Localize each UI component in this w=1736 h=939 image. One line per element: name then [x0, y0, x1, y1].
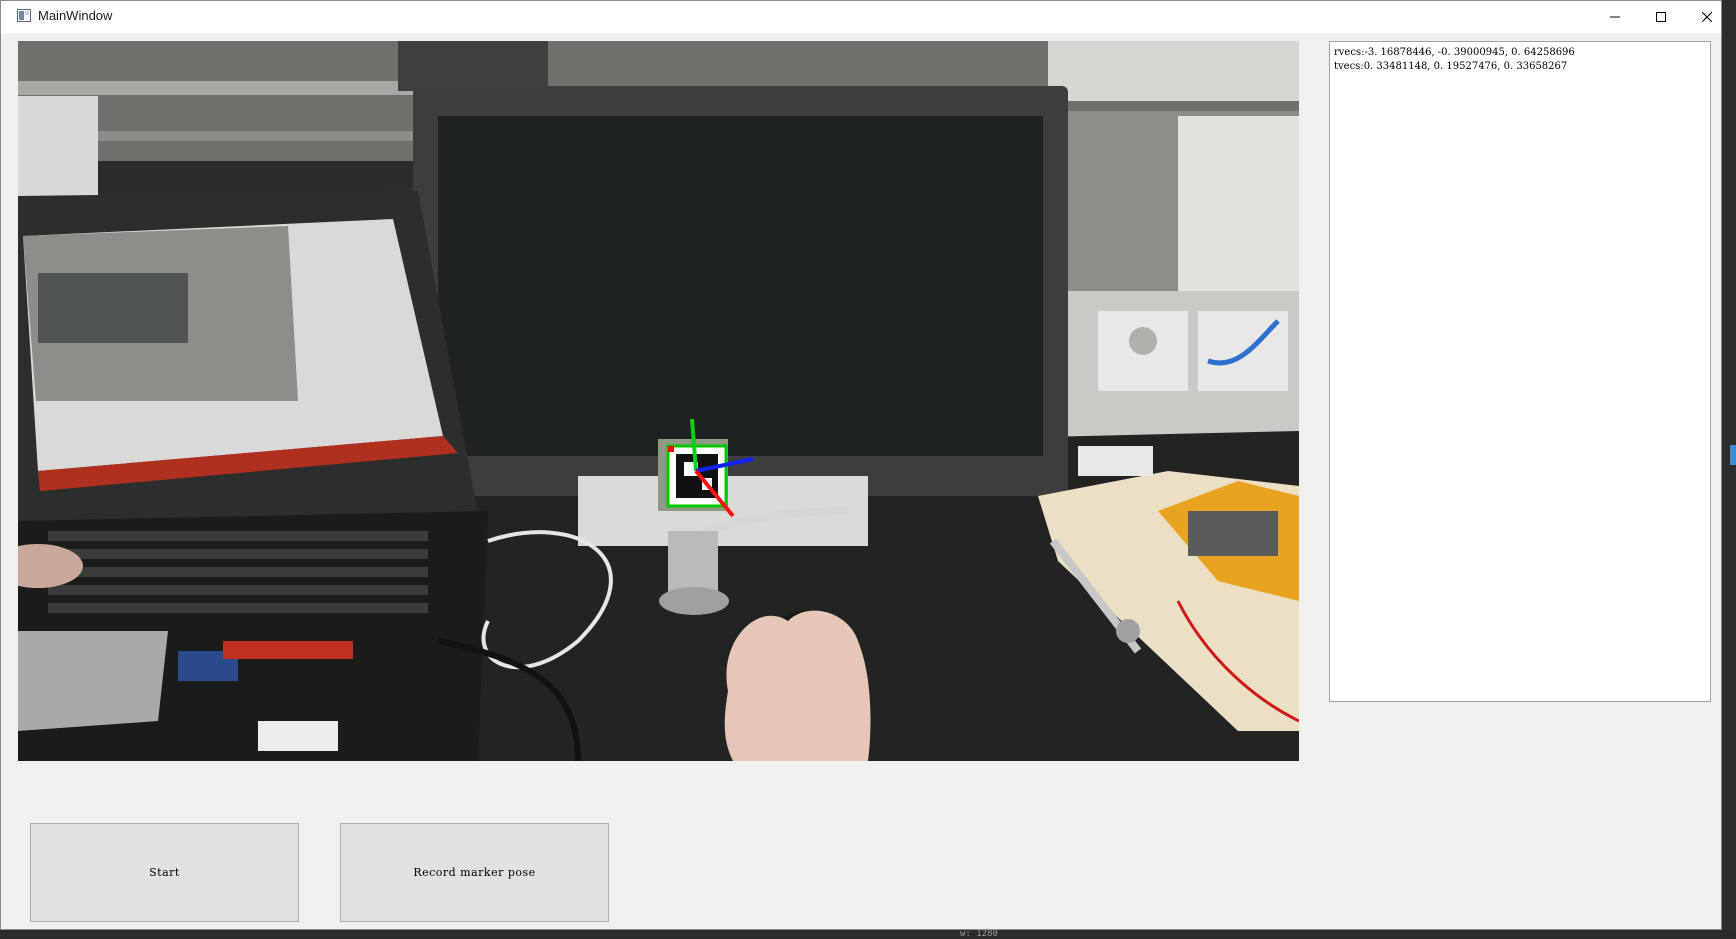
camera-feed-view	[18, 41, 1299, 761]
window-title: MainWindow	[38, 8, 113, 23]
close-icon	[1702, 12, 1712, 22]
rvecs-readout: rvecs:-3. 16878446, -0. 39000945, 0. 642…	[1334, 47, 1575, 58]
maximize-button[interactable]	[1638, 1, 1684, 33]
window-app-icon	[17, 9, 31, 22]
tvecs-readout: tvecs:0. 33481148, 0. 19527476, 0. 33658…	[1334, 61, 1568, 72]
minimize-button[interactable]	[1592, 1, 1638, 33]
maximize-icon	[1656, 12, 1666, 22]
background-window-edge	[1722, 0, 1736, 930]
pose-output-textbox[interactable]: rvecs:-3. 16878446, -0. 39000945, 0. 642…	[1329, 41, 1711, 702]
start-button[interactable]: Start	[30, 823, 299, 922]
minimize-icon	[1610, 16, 1620, 18]
record-marker-pose-button[interactable]: Record marker pose	[340, 823, 609, 922]
title-bar[interactable]: MainWindow	[1, 1, 1721, 33]
camera-frame	[18, 41, 1299, 761]
background-desktop-strip	[0, 930, 1736, 939]
main-window: MainWindow rvecs:-3. 16878446, -0. 39000…	[0, 0, 1722, 930]
background-accent-mark	[1730, 445, 1736, 465]
width-readout: w: 1280	[960, 929, 998, 939]
